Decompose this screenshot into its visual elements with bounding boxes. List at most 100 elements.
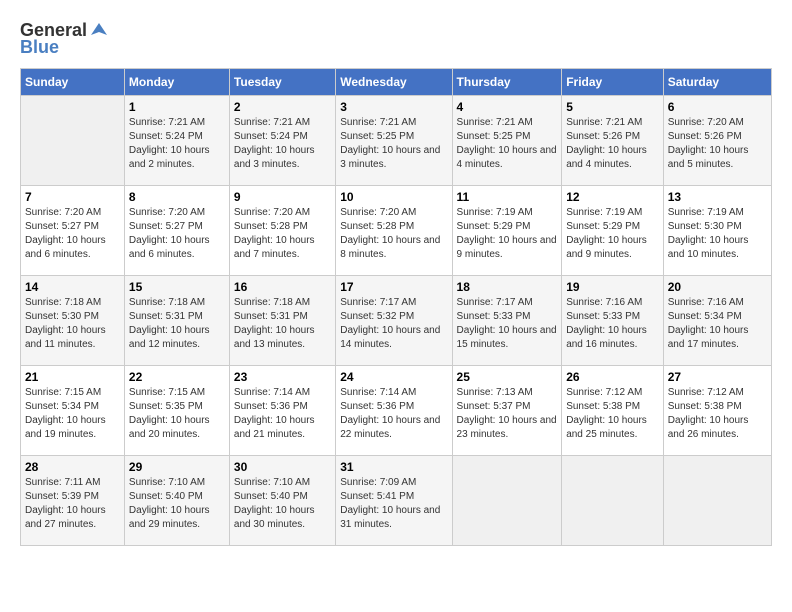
day-number: 10 — [340, 190, 447, 204]
calendar-cell: 16 Sunrise: 7:18 AMSunset: 5:31 PMDayligh… — [229, 276, 335, 366]
day-number: 16 — [234, 280, 331, 294]
day-number: 31 — [340, 460, 447, 474]
day-number: 28 — [25, 460, 120, 474]
calendar-table: SundayMondayTuesdayWednesdayThursdayFrid… — [20, 68, 772, 546]
logo-bird-icon — [89, 21, 109, 41]
day-number: 30 — [234, 460, 331, 474]
logo-blue-text: Blue — [20, 37, 59, 58]
weekday-header-sunday: Sunday — [21, 69, 125, 96]
calendar-cell: 28 Sunrise: 7:11 AMSunset: 5:39 PMDayligh… — [21, 456, 125, 546]
weekday-header-tuesday: Tuesday — [229, 69, 335, 96]
day-number: 18 — [457, 280, 558, 294]
day-info: Sunrise: 7:19 AMSunset: 5:30 PMDaylight:… — [668, 206, 767, 262]
day-number: 24 — [340, 370, 447, 384]
day-info: Sunrise: 7:21 AMSunset: 5:24 PMDaylight:… — [129, 116, 225, 172]
day-number: 2 — [234, 100, 331, 114]
weekday-header-saturday: Saturday — [663, 69, 771, 96]
day-number: 29 — [129, 460, 225, 474]
day-number: 23 — [234, 370, 331, 384]
weekday-header-thursday: Thursday — [452, 69, 562, 96]
day-number: 13 — [668, 190, 767, 204]
day-number: 1 — [129, 100, 225, 114]
day-info: Sunrise: 7:14 AMSunset: 5:36 PMDaylight:… — [234, 386, 331, 442]
day-number: 12 — [566, 190, 659, 204]
day-info: Sunrise: 7:19 AMSunset: 5:29 PMDaylight:… — [566, 206, 659, 262]
day-number: 25 — [457, 370, 558, 384]
day-number: 19 — [566, 280, 659, 294]
day-info: Sunrise: 7:17 AMSunset: 5:33 PMDaylight:… — [457, 296, 558, 352]
calendar-cell: 23 Sunrise: 7:14 AMSunset: 5:36 PMDayligh… — [229, 366, 335, 456]
calendar-cell: 13 Sunrise: 7:19 AMSunset: 5:30 PMDayligh… — [663, 186, 771, 276]
calendar-cell: 10Sunrise: 7:20 AMSunset: 5:28 PMDayligh… — [336, 186, 452, 276]
weekday-header-row: SundayMondayTuesdayWednesdayThursdayFrid… — [21, 69, 772, 96]
calendar-cell: 2Sunrise: 7:21 AMSunset: 5:24 PMDaylight… — [229, 96, 335, 186]
day-number: 11 — [457, 190, 558, 204]
day-info: Sunrise: 7:21 AMSunset: 5:25 PMDaylight:… — [340, 116, 447, 172]
day-number: 5 — [566, 100, 659, 114]
calendar-cell: 19Sunrise: 7:16 AMSunset: 5:33 PMDayligh… — [562, 276, 664, 366]
calendar-cell: 6 Sunrise: 7:20 AMSunset: 5:26 PMDaylight… — [663, 96, 771, 186]
day-info: Sunrise: 7:20 AMSunset: 5:26 PMDaylight:… — [668, 116, 767, 172]
day-number: 15 — [129, 280, 225, 294]
day-info: Sunrise: 7:11 AMSunset: 5:39 PMDaylight:… — [25, 476, 120, 532]
calendar-cell: 1 Sunrise: 7:21 AMSunset: 5:24 PMDaylight… — [124, 96, 229, 186]
calendar-week-row: 7 Sunrise: 7:20 AMSunset: 5:27 PMDaylight… — [21, 186, 772, 276]
day-info: Sunrise: 7:12 AMSunset: 5:38 PMDaylight:… — [566, 386, 659, 442]
day-info: Sunrise: 7:13 AMSunset: 5:37 PMDaylight:… — [457, 386, 558, 442]
day-info: Sunrise: 7:14 AMSunset: 5:36 PMDaylight:… — [340, 386, 447, 442]
day-info: Sunrise: 7:20 AMSunset: 5:27 PMDaylight:… — [129, 206, 225, 262]
day-info: Sunrise: 7:21 AMSunset: 5:25 PMDaylight:… — [457, 116, 558, 172]
calendar-cell: 22 Sunrise: 7:15 AMSunset: 5:35 PMDayligh… — [124, 366, 229, 456]
day-info: Sunrise: 7:18 AMSunset: 5:31 PMDaylight:… — [234, 296, 331, 352]
day-info: Sunrise: 7:19 AMSunset: 5:29 PMDaylight:… — [457, 206, 558, 262]
day-number: 20 — [668, 280, 767, 294]
calendar-week-row: 28 Sunrise: 7:11 AMSunset: 5:39 PMDayligh… — [21, 456, 772, 546]
calendar-cell — [562, 456, 664, 546]
calendar-cell: 27 Sunrise: 7:12 AMSunset: 5:38 PMDayligh… — [663, 366, 771, 456]
logo: General Blue — [20, 20, 109, 58]
calendar-cell: 5Sunrise: 7:21 AMSunset: 5:26 PMDaylight… — [562, 96, 664, 186]
day-info: Sunrise: 7:10 AMSunset: 5:40 PMDaylight:… — [234, 476, 331, 532]
weekday-header-monday: Monday — [124, 69, 229, 96]
calendar-cell — [663, 456, 771, 546]
day-info: Sunrise: 7:20 AMSunset: 5:27 PMDaylight:… — [25, 206, 120, 262]
calendar-cell — [21, 96, 125, 186]
calendar-week-row: 21Sunrise: 7:15 AMSunset: 5:34 PMDayligh… — [21, 366, 772, 456]
weekday-header-friday: Friday — [562, 69, 664, 96]
calendar-cell: 12 Sunrise: 7:19 AMSunset: 5:29 PMDayligh… — [562, 186, 664, 276]
calendar-cell: 11 Sunrise: 7:19 AMSunset: 5:29 PMDayligh… — [452, 186, 562, 276]
day-number: 22 — [129, 370, 225, 384]
day-number: 21 — [25, 370, 120, 384]
calendar-cell: 9 Sunrise: 7:20 AMSunset: 5:28 PMDaylight… — [229, 186, 335, 276]
day-info: Sunrise: 7:16 AMSunset: 5:34 PMDaylight:… — [668, 296, 767, 352]
calendar-week-row: 1 Sunrise: 7:21 AMSunset: 5:24 PMDaylight… — [21, 96, 772, 186]
day-number: 14 — [25, 280, 120, 294]
weekday-header-wednesday: Wednesday — [336, 69, 452, 96]
day-number: 26 — [566, 370, 659, 384]
calendar-cell: 17Sunrise: 7:17 AMSunset: 5:32 PMDayligh… — [336, 276, 452, 366]
day-number: 9 — [234, 190, 331, 204]
day-number: 17 — [340, 280, 447, 294]
day-info: Sunrise: 7:20 AMSunset: 5:28 PMDaylight:… — [234, 206, 331, 262]
day-number: 6 — [668, 100, 767, 114]
day-number: 4 — [457, 100, 558, 114]
calendar-cell: 18 Sunrise: 7:17 AMSunset: 5:33 PMDayligh… — [452, 276, 562, 366]
day-number: 7 — [25, 190, 120, 204]
calendar-cell: 24 Sunrise: 7:14 AMSunset: 5:36 PMDayligh… — [336, 366, 452, 456]
day-info: Sunrise: 7:15 AMSunset: 5:35 PMDaylight:… — [129, 386, 225, 442]
day-info: Sunrise: 7:18 AMSunset: 5:30 PMDaylight:… — [25, 296, 120, 352]
calendar-cell: 4 Sunrise: 7:21 AMSunset: 5:25 PMDaylight… — [452, 96, 562, 186]
day-number: 3 — [340, 100, 447, 114]
calendar-cell: 29 Sunrise: 7:10 AMSunset: 5:40 PMDayligh… — [124, 456, 229, 546]
calendar-cell: 3 Sunrise: 7:21 AMSunset: 5:25 PMDaylight… — [336, 96, 452, 186]
calendar-cell: 26 Sunrise: 7:12 AMSunset: 5:38 PMDayligh… — [562, 366, 664, 456]
day-info: Sunrise: 7:12 AMSunset: 5:38 PMDaylight:… — [668, 386, 767, 442]
calendar-cell: 15Sunrise: 7:18 AMSunset: 5:31 PMDayligh… — [124, 276, 229, 366]
calendar-cell: 8 Sunrise: 7:20 AMSunset: 5:27 PMDaylight… — [124, 186, 229, 276]
calendar-cell: 31Sunrise: 7:09 AMSunset: 5:41 PMDayligh… — [336, 456, 452, 546]
day-number: 27 — [668, 370, 767, 384]
day-number: 8 — [129, 190, 225, 204]
day-info: Sunrise: 7:10 AMSunset: 5:40 PMDaylight:… — [129, 476, 225, 532]
calendar-cell: 20 Sunrise: 7:16 AMSunset: 5:34 PMDayligh… — [663, 276, 771, 366]
header: General Blue — [20, 20, 772, 58]
